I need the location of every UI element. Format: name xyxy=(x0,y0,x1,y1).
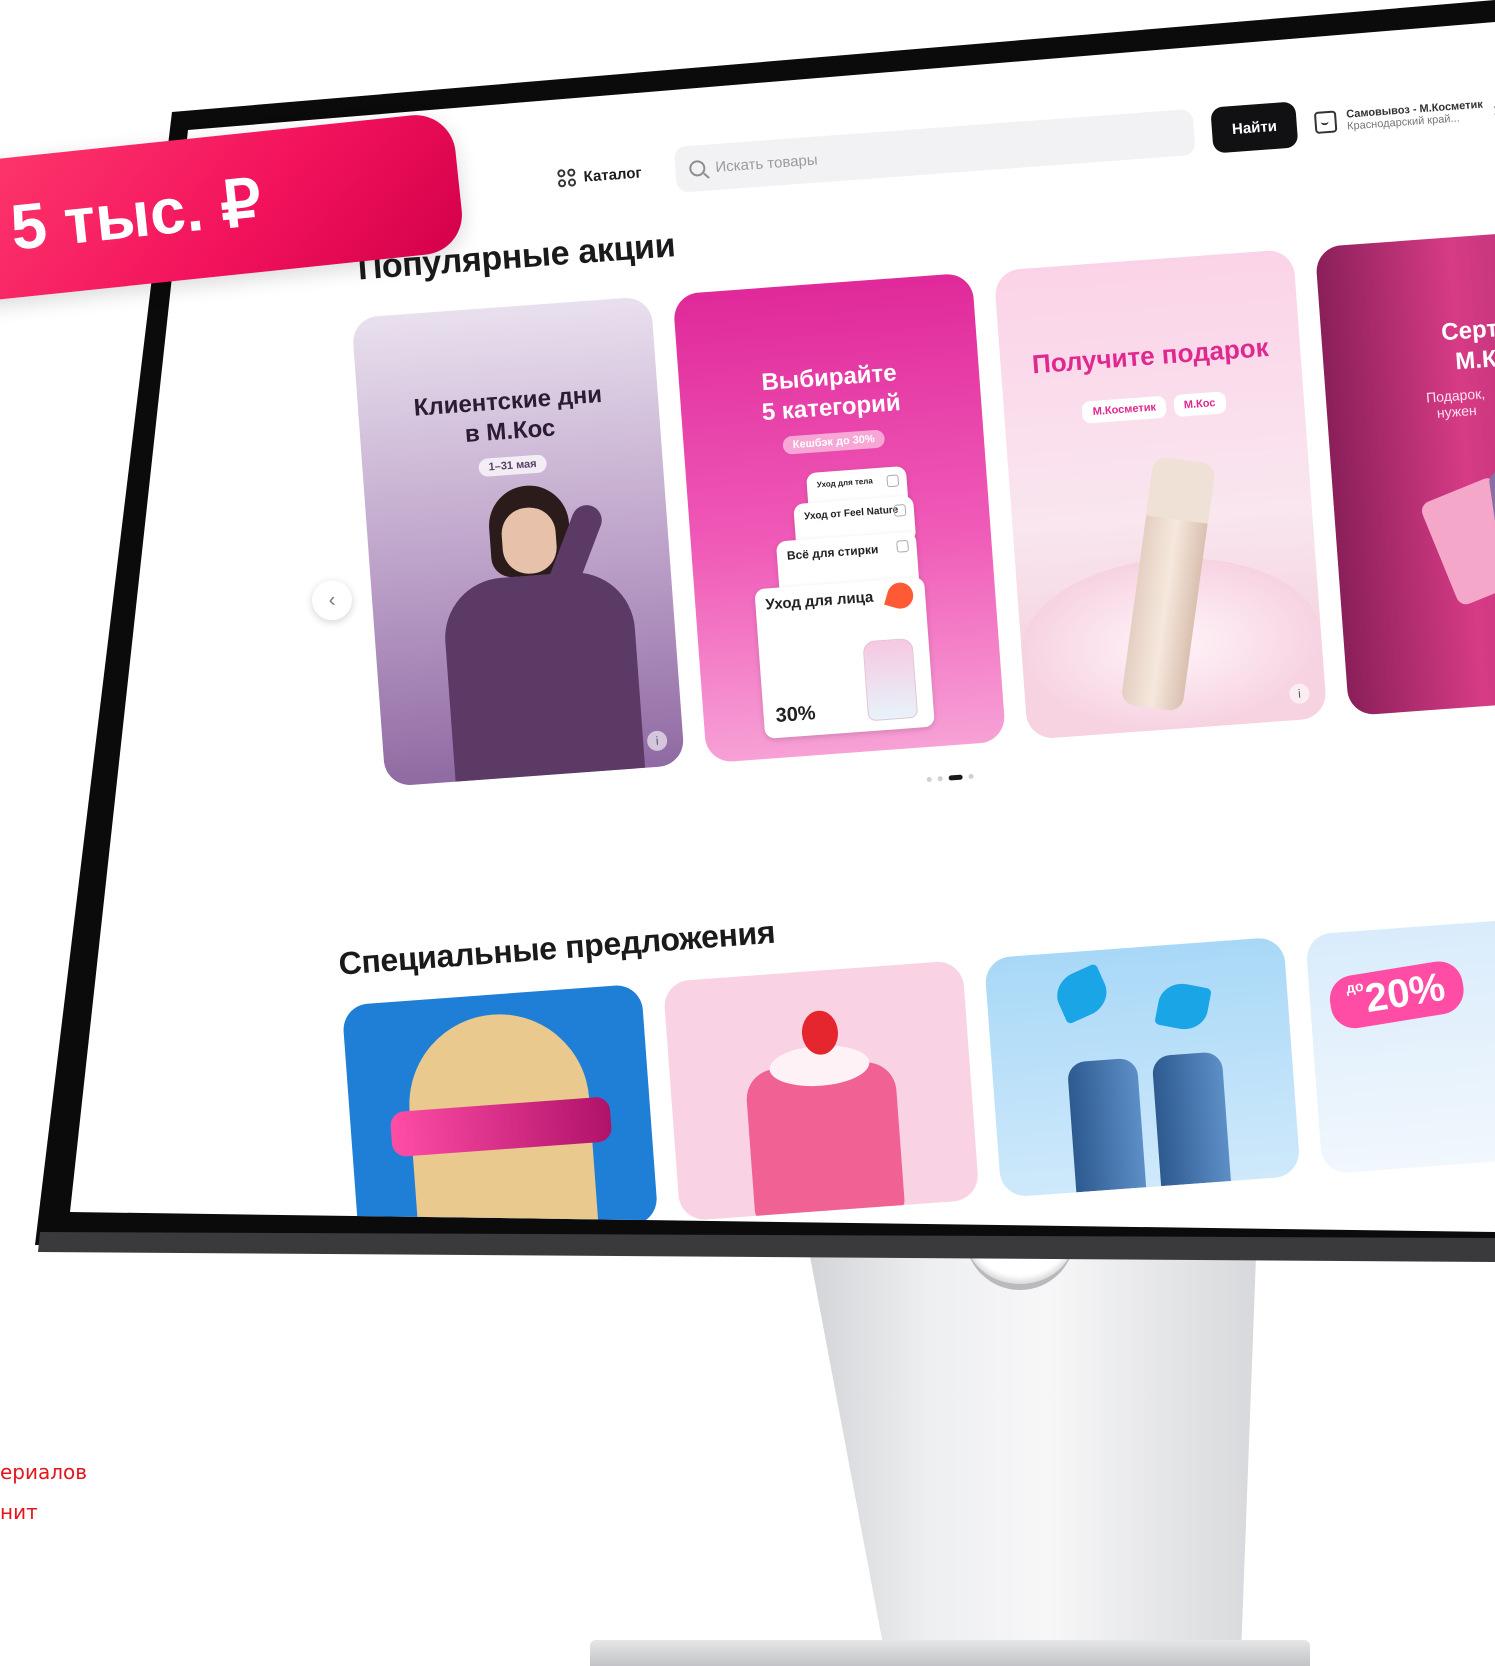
special-title: Специальные предложения xyxy=(337,913,777,982)
brand-chip: М.Кос xyxy=(1173,390,1227,417)
info-icon[interactable]: i xyxy=(646,730,668,752)
special-card[interactable] xyxy=(341,983,659,1232)
gift-card-image xyxy=(1418,475,1495,608)
flower-icon xyxy=(884,579,917,612)
pickup-selector[interactable]: Самовывоз - М.Косметик Краснодарский кра… xyxy=(1313,97,1495,135)
special-card[interactable] xyxy=(983,936,1301,1198)
pagination-dot-active[interactable] xyxy=(948,774,963,781)
model-photo xyxy=(424,479,646,783)
bottle-image xyxy=(862,637,919,722)
side-note-line: ериалов xyxy=(0,1460,88,1484)
pagination-dot[interactable] xyxy=(937,776,943,782)
side-note-line: нит xyxy=(0,1500,38,1524)
conditioner-bottle-image xyxy=(1151,1051,1231,1187)
butterfly-image xyxy=(1049,963,1114,1025)
grid-icon xyxy=(557,168,577,188)
promo-title-line: Сертиф xyxy=(1440,312,1495,347)
search-icon xyxy=(688,159,707,177)
pagination-dot[interactable] xyxy=(926,776,932,783)
price-badge-text: 5 тыс. ₽ xyxy=(7,165,265,264)
promo-card[interactable]: Получите подарок М.Косметик М.Кос i xyxy=(993,248,1328,740)
promo-chip: Кешбэк до 30% xyxy=(782,429,886,455)
promo-card[interactable]: Клиентские дни в М.Кос 1–31 мая i xyxy=(351,296,685,787)
find-button[interactable]: Найти xyxy=(1210,101,1299,154)
search-placeholder: Искать товары xyxy=(714,151,819,176)
shampoo-bottle-image xyxy=(1066,1057,1147,1193)
brand-chip: М.Косметик xyxy=(1081,395,1167,424)
category-stack: Уход для тела Уход от Feel Nature Всё дл… xyxy=(736,464,954,739)
carousel-prev-button[interactable]: ‹ xyxy=(310,578,354,622)
catalog-button[interactable]: Каталог xyxy=(540,149,660,202)
discount-badge: до20% xyxy=(1326,958,1467,1032)
butterfly-image xyxy=(1154,979,1212,1034)
promo-subtitle-line: нужен xyxy=(1436,401,1478,421)
promo-chip: 1–31 мая xyxy=(478,454,548,478)
promo-card[interactable]: Сертиф М.Кос Подарок, нужен xyxy=(1314,225,1495,717)
special-card[interactable]: до20% xyxy=(1305,912,1495,1175)
promo-title: Получите подарок xyxy=(1030,332,1270,380)
promo-card[interactable]: Выбирайте 5 категорий Кешбэк до 30% Уход… xyxy=(672,272,1007,764)
store-icon xyxy=(1313,110,1338,134)
carousel-pagination xyxy=(926,773,974,783)
pagination-dot[interactable] xyxy=(968,773,974,780)
promo-carousel: Клиентские дни в М.Кос 1–31 мая i Выбира… xyxy=(351,225,1495,787)
site-header: Каталог Искать товары Найти Самовывоз - … xyxy=(540,74,1495,207)
special-card[interactable] xyxy=(662,960,980,1222)
search-input[interactable]: Искать товары xyxy=(673,108,1196,193)
catalog-label: Каталог xyxy=(583,163,643,186)
cashback-percent: 30% xyxy=(774,702,817,728)
category-card: Уход для лица 30% xyxy=(754,576,935,739)
side-note: ериалов нит xyxy=(0,1452,87,1532)
